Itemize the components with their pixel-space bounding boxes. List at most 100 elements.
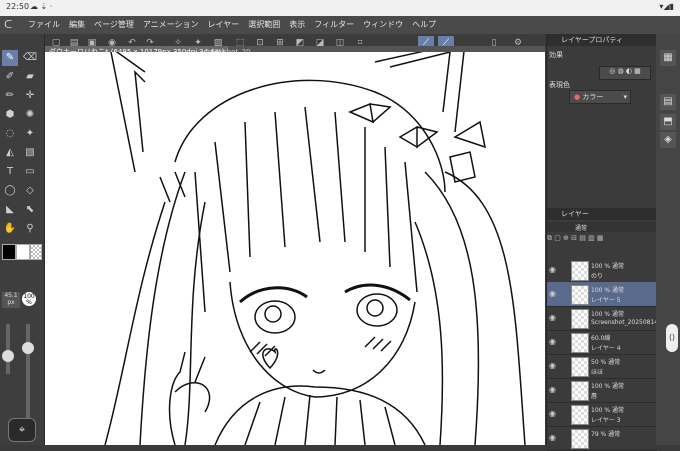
magic-tool-icon[interactable]: ✦	[22, 126, 38, 142]
menu-item-9[interactable]: ヘルプ	[412, 19, 436, 30]
bucket-tool-icon[interactable]: ◭	[2, 145, 18, 161]
panel-icon-3[interactable]: ⬒	[660, 114, 676, 130]
layer-opacity-blend: 79 % 通常	[591, 431, 621, 438]
menu-items: ファイル 編集 ページ管理 アニメーション レイヤー 選択範囲 表示 フィルター ウィンドウ ヘル…	[28, 19, 436, 30]
display-color-select[interactable]: ● カラー ▾	[569, 90, 631, 104]
layer-property-title: レイヤープロパティ	[547, 34, 657, 46]
menu-item-3[interactable]: アニメーション	[143, 19, 199, 30]
layer-name: のり	[591, 273, 604, 280]
blend-mode-value: 通常	[575, 225, 588, 232]
eye-icon[interactable]: ◉	[549, 337, 556, 346]
menu-item-2[interactable]: ページ管理	[94, 19, 134, 30]
menu-item-7[interactable]: フィルター	[314, 19, 354, 30]
brush-size-slider[interactable]	[6, 324, 10, 374]
notification-icons: ☁ ⇣ ·	[30, 2, 53, 11]
effect-buttons[interactable]: ◎ ◍ ◐ ▦	[599, 66, 651, 80]
layer-row[interactable]: ◉ 50 % 通常 ほほ	[547, 354, 657, 379]
layer-thumbnail	[571, 333, 589, 353]
eye-icon[interactable]: ◉	[549, 265, 556, 274]
eyedrop-tool-icon[interactable]: ⚲	[22, 221, 38, 237]
menu-item-5[interactable]: 選択範囲	[248, 19, 280, 30]
pencil-tool-icon[interactable]: ✏	[2, 88, 18, 104]
layer-row[interactable]: ◉ 79 % 通常	[547, 426, 657, 451]
layer-name: Screenshot_20250814-	[591, 319, 661, 326]
eraser2-tool-icon[interactable]: ▰	[22, 69, 38, 85]
layer-thumbnail	[571, 405, 589, 425]
layer-opacity-blend: 60.0線	[591, 335, 611, 342]
airbrush-tool-icon[interactable]: ✺	[22, 107, 38, 123]
hand-tool-icon[interactable]: ✋	[2, 221, 18, 237]
layers-icon[interactable]: ◈	[660, 132, 676, 148]
new-layer-icon[interactable]: ⧉ ▢ ⊕ ⊟ ▤ ▥ ▦	[547, 234, 604, 242]
layer-row[interactable]: ◉ 60.0線 レイヤー 4	[547, 330, 657, 355]
brush-size-slider-knob[interactable]	[2, 350, 14, 362]
eye-icon[interactable]: ◉	[549, 409, 556, 418]
rect-tool-icon[interactable]: ▭	[22, 164, 38, 180]
text-tool-icon[interactable]: T	[2, 164, 18, 180]
panel-icon-2[interactable]: ▤	[660, 94, 676, 110]
right-ear-outline	[374, 52, 465, 133]
sub-color-swatch[interactable]	[16, 244, 30, 260]
system-icons: ▾◢▮	[659, 2, 674, 11]
menu-item-4[interactable]: レイヤー	[208, 19, 240, 30]
panel-icon-1[interactable]: ▦	[660, 50, 676, 66]
layer-name: レイヤー 5	[591, 297, 621, 304]
tool-palette: ✎ ⌫ ✐ ▰ ✏ ✛ ⬢ ✺ ◌ ✦ ◭ ▧ T ▭ ◯ ◇ ◣ ⬉ ✋ ⚲ 45.1 px 100 % ⌖	[0, 34, 45, 445]
fill-tool-icon[interactable]: ⬢	[2, 107, 18, 123]
brush-tool-icon[interactable]: ✐	[2, 69, 18, 85]
layer-row[interactable]: ◉ 100 % 通常唇	[547, 378, 657, 403]
shape-tool-icon[interactable]: ◇	[22, 183, 38, 199]
menu-item-6[interactable]: 表示	[289, 19, 305, 30]
chevron-down-icon: ▾	[623, 93, 627, 101]
opacity-slider[interactable]	[26, 324, 30, 424]
main-color-swatch[interactable]	[2, 244, 16, 260]
layer-opacity-blend: 50 % 通常	[591, 359, 621, 366]
opacity-unit: %	[26, 299, 32, 306]
eye-icon[interactable]: ◉	[549, 385, 556, 394]
blur-tool-icon[interactable]: ◌	[2, 126, 18, 142]
transparent-swatch[interactable]	[30, 244, 42, 260]
gradient-tool-icon[interactable]: ▧	[22, 145, 38, 161]
color-wheel-icon: ●	[574, 93, 581, 101]
eye-icon[interactable]: ◉	[549, 433, 556, 442]
opacity-readout[interactable]: 100 %	[22, 292, 36, 306]
panel-handle-icon[interactable]: ⟨⟩	[666, 324, 678, 352]
clock: 22:50	[6, 2, 30, 11]
canvas[interactable]	[45, 52, 545, 445]
eraser-tool-icon[interactable]: ⌫	[22, 50, 38, 66]
layer-row[interactable]: ◉ 100 % 通常 Screenshot_20250814-	[547, 306, 661, 331]
layer-thumbnail	[571, 429, 589, 449]
move-tool-icon[interactable]: ✛	[22, 88, 38, 104]
layer-opacity-blend: 100 % 通常	[591, 263, 624, 270]
color-swatches	[2, 244, 42, 296]
opacity-slider-knob[interactable]	[22, 342, 34, 354]
modifier-key-icon[interactable]: ⌖	[8, 418, 36, 442]
lasso-tool-icon[interactable]: ◯	[2, 183, 18, 199]
pen-tool-icon[interactable]: ✎	[2, 50, 18, 66]
app-logo-icon[interactable]: ᑕ	[4, 18, 18, 32]
layer-row[interactable]: ◉ 100 % 通常 のり	[547, 258, 657, 283]
display-color-label: 表現色	[549, 81, 570, 89]
blend-mode-row[interactable]: 通常	[547, 222, 657, 232]
effect-label: 効果	[549, 51, 563, 59]
menu-item-0[interactable]: ファイル	[28, 19, 60, 30]
layer-thumbnail	[571, 357, 589, 377]
menu-item-1[interactable]: 編集	[69, 19, 85, 30]
select-tool-icon[interactable]: ⬉	[22, 202, 38, 218]
eye-icon[interactable]: ◉	[549, 289, 556, 298]
eye-icon[interactable]: ◉	[549, 313, 556, 322]
layer-row[interactable]: ◉ 100 % 通常 レイヤー 3	[547, 402, 657, 427]
layer-thumbnail	[571, 261, 589, 281]
right-panel: レイヤープロパティ 効果 ◎ ◍ ◐ ▦ 表現色 ● カラー ▾ レイヤー 通常…	[546, 34, 661, 451]
line-tool-icon[interactable]: ◣	[2, 202, 18, 218]
eye-icon[interactable]: ◉	[549, 361, 556, 370]
layer-row[interactable]: ◉ 100 % 通常 レイヤー 5	[547, 282, 657, 307]
brush-size-readout[interactable]: 45.1 px	[2, 292, 20, 308]
display-color-value: カラー	[582, 93, 604, 101]
layer-opacity-blend: 100 % 通常	[591, 407, 624, 414]
menu-item-8[interactable]: ウィンドウ	[363, 19, 403, 30]
tool-grid: ✎ ⌫ ✐ ▰ ✏ ✛ ⬢ ✺ ◌ ✦ ◭ ▧ T ▭ ◯ ◇ ◣ ⬉ ✋ ⚲	[2, 50, 38, 237]
layer-opacity-blend: 100 % 通常	[591, 383, 624, 390]
status-bar: 22:50 ☁ ⇣ · ▾◢▮	[0, 0, 680, 16]
layer-thumbnail	[571, 309, 589, 329]
